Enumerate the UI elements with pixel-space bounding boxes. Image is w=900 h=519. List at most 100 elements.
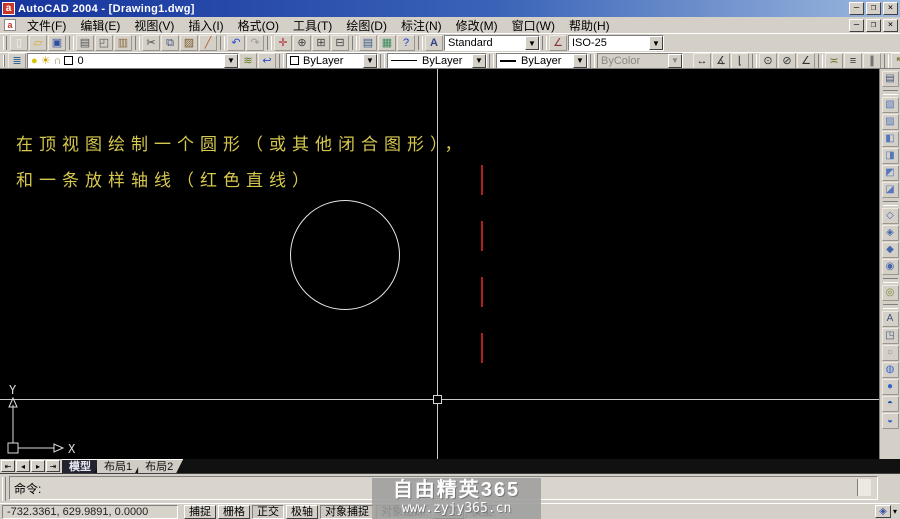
color-control-combo[interactable]: ByLayer ▼ (286, 53, 378, 69)
tab-first-button[interactable]: ⇤ (1, 460, 15, 472)
sw-isometric-icon[interactable]: ◇ (882, 208, 899, 224)
text-style-dialog-icon[interactable]: A (882, 311, 899, 327)
status-tray-chevron-icon[interactable]: ▾ (893, 507, 897, 516)
hide-icon[interactable]: ◍ (882, 362, 899, 378)
pan-icon[interactable]: ✛ (274, 35, 292, 51)
minimize-button[interactable]: – (849, 2, 864, 15)
menu-view[interactable]: 视图(V) (127, 16, 181, 35)
help-icon[interactable]: ? (397, 35, 415, 51)
menu-draw[interactable]: 绘图(D) (339, 16, 394, 35)
layer-freeze-icon[interactable]: ☀ (41, 54, 51, 67)
drawn-circle[interactable] (290, 200, 400, 310)
menu-edit[interactable]: 编辑(E) (73, 16, 127, 35)
render-icon[interactable]: ◳ (882, 328, 899, 344)
doc-minimize-button[interactable]: – (849, 19, 864, 32)
dim-style-combo[interactable]: ISO-25 ▼ (568, 35, 664, 51)
lineweight-control-combo[interactable]: ByLayer ▼ (496, 53, 588, 69)
zoom-previous-icon[interactable]: ⊟ (331, 35, 349, 51)
copy-icon[interactable]: ⧉ (161, 35, 179, 51)
redo-icon[interactable]: ↷ (246, 35, 264, 51)
tab-layout1[interactable]: 布局1 (97, 459, 142, 473)
shaded-edges-icon[interactable]: ◒ (882, 413, 899, 429)
chevron-down-icon[interactable]: ▼ (649, 36, 663, 50)
osnap-toggle[interactable]: 对象捕捉 (320, 505, 374, 519)
radius-dimension-icon[interactable]: ⊙ (759, 53, 777, 69)
make-object-layer-current-icon[interactable]: ≋ (239, 53, 257, 69)
quick-dimension-icon[interactable]: ≍ (825, 53, 843, 69)
zoom-realtime-icon[interactable]: ⊕ (293, 35, 311, 51)
close-button[interactable]: × (883, 2, 898, 15)
doc-close-button[interactable]: × (883, 19, 898, 32)
nw-isometric-icon[interactable]: ◉ (882, 259, 899, 275)
tab-prev-button[interactable]: ◂ (16, 460, 30, 472)
zoom-window-icon[interactable]: ⊞ (312, 35, 330, 51)
chevron-down-icon[interactable]: ▼ (224, 54, 238, 68)
bottom-view-icon[interactable]: ▨ (882, 114, 899, 130)
new-file-icon[interactable]: ▯ (10, 35, 28, 51)
menu-help[interactable]: 帮助(H) (562, 16, 617, 35)
flat-shaded-icon[interactable]: ● (882, 379, 899, 395)
layer-on-icon[interactable]: ● (31, 55, 38, 67)
plot-icon[interactable]: ▤ (76, 35, 94, 51)
menu-dimension[interactable]: 标注(N) (394, 16, 449, 35)
right-view-icon[interactable]: ◨ (882, 148, 899, 164)
polar-toggle[interactable]: 极轴 (286, 505, 318, 519)
toolbar-grip[interactable] (3, 36, 7, 50)
dim-style-icon[interactable]: ∠ (549, 35, 567, 51)
tab-next-button[interactable]: ▸ (31, 460, 45, 472)
layer-combo[interactable]: ● ☀ ∩ 0 ▼ (27, 53, 239, 69)
snap-toggle[interactable]: 捕捉 (184, 505, 216, 519)
back-view-icon[interactable]: ◪ (882, 182, 899, 198)
gouraud-shaded-icon[interactable]: ◓ (882, 396, 899, 412)
diameter-dimension-icon[interactable]: ⊘ (778, 53, 796, 69)
chevron-down-icon[interactable]: ▼ (472, 54, 486, 68)
linear-dimension-icon[interactable]: ↔ (693, 53, 711, 69)
ne-isometric-icon[interactable]: ◆ (882, 242, 899, 258)
menu-modify[interactable]: 修改(M) (449, 16, 505, 35)
front-view-icon[interactable]: ◩ (882, 165, 899, 181)
linetype-control-combo[interactable]: ByLayer ▼ (387, 53, 487, 69)
ordinate-dimension-icon[interactable]: ⌊ (731, 53, 749, 69)
camera-icon[interactable]: ◎ (882, 285, 899, 301)
designcenter-icon[interactable]: ▦ (378, 35, 396, 51)
se-isometric-icon[interactable]: ◈ (882, 225, 899, 241)
communication-center-icon[interactable]: ◈ (875, 505, 891, 518)
layer-lock-icon[interactable]: ∩ (54, 55, 62, 67)
quick-leader-icon[interactable]: ↖ (891, 53, 900, 69)
chevron-down-icon[interactable]: ▼ (363, 54, 377, 68)
properties-icon[interactable]: ▤ (359, 35, 377, 51)
restore-button[interactable]: ❐ (866, 2, 881, 15)
menu-insert[interactable]: 插入(I) (181, 16, 230, 35)
tab-layout2[interactable]: 布局2 (138, 459, 183, 473)
menu-window[interactable]: 窗口(W) (505, 16, 562, 35)
text-style-icon[interactable]: A (425, 35, 443, 51)
named-views-icon[interactable]: ▤ (882, 71, 899, 87)
cut-icon[interactable]: ✂ (142, 35, 160, 51)
menu-tools[interactable]: 工具(T) (286, 16, 339, 35)
toolbar-grip[interactable] (3, 55, 5, 67)
layer-previous-icon[interactable]: ↩ (258, 53, 276, 69)
tab-last-button[interactable]: ⇥ (46, 460, 60, 472)
loft-axis-red-dashed-line[interactable] (481, 165, 483, 363)
ortho-toggle[interactable]: 正交 (252, 505, 284, 519)
top-view-icon[interactable]: ▧ (882, 97, 899, 113)
layer-color-swatch[interactable] (64, 56, 73, 65)
chevron-down-icon[interactable]: ▼ (525, 36, 539, 50)
command-window-grip[interactable] (2, 477, 6, 501)
aligned-dimension-icon[interactable]: ∡ (712, 53, 730, 69)
undo-icon[interactable]: ↶ (227, 35, 245, 51)
publish-icon[interactable]: ▥ (114, 35, 132, 51)
model-space-canvas[interactable]: 在顶视图绘制一个圆形（或其他闭合图形）， 和一条放样轴线（红色直线） Y X (0, 69, 879, 459)
open-folder-icon[interactable]: ▱ (29, 35, 47, 51)
continue-dimension-icon[interactable]: ∥ (863, 53, 881, 69)
tab-model[interactable]: 模型 (62, 459, 101, 473)
drawing-area[interactable]: 在顶视图绘制一个圆形（或其他闭合图形）， 和一条放样轴线（红色直线） Y X ▤… (0, 69, 900, 459)
menu-format[interactable]: 格式(O) (231, 16, 286, 35)
grid-toggle[interactable]: 栅格 (218, 505, 250, 519)
doc-restore-button[interactable]: ❐ (866, 19, 881, 32)
menu-file[interactable]: 文件(F) (20, 16, 73, 35)
plot-preview-icon[interactable]: ◰ (95, 35, 113, 51)
wireframe-icon[interactable]: ○ (882, 345, 899, 361)
angular-dimension-icon[interactable]: ∠ (797, 53, 815, 69)
save-icon[interactable]: ▣ (48, 35, 66, 51)
